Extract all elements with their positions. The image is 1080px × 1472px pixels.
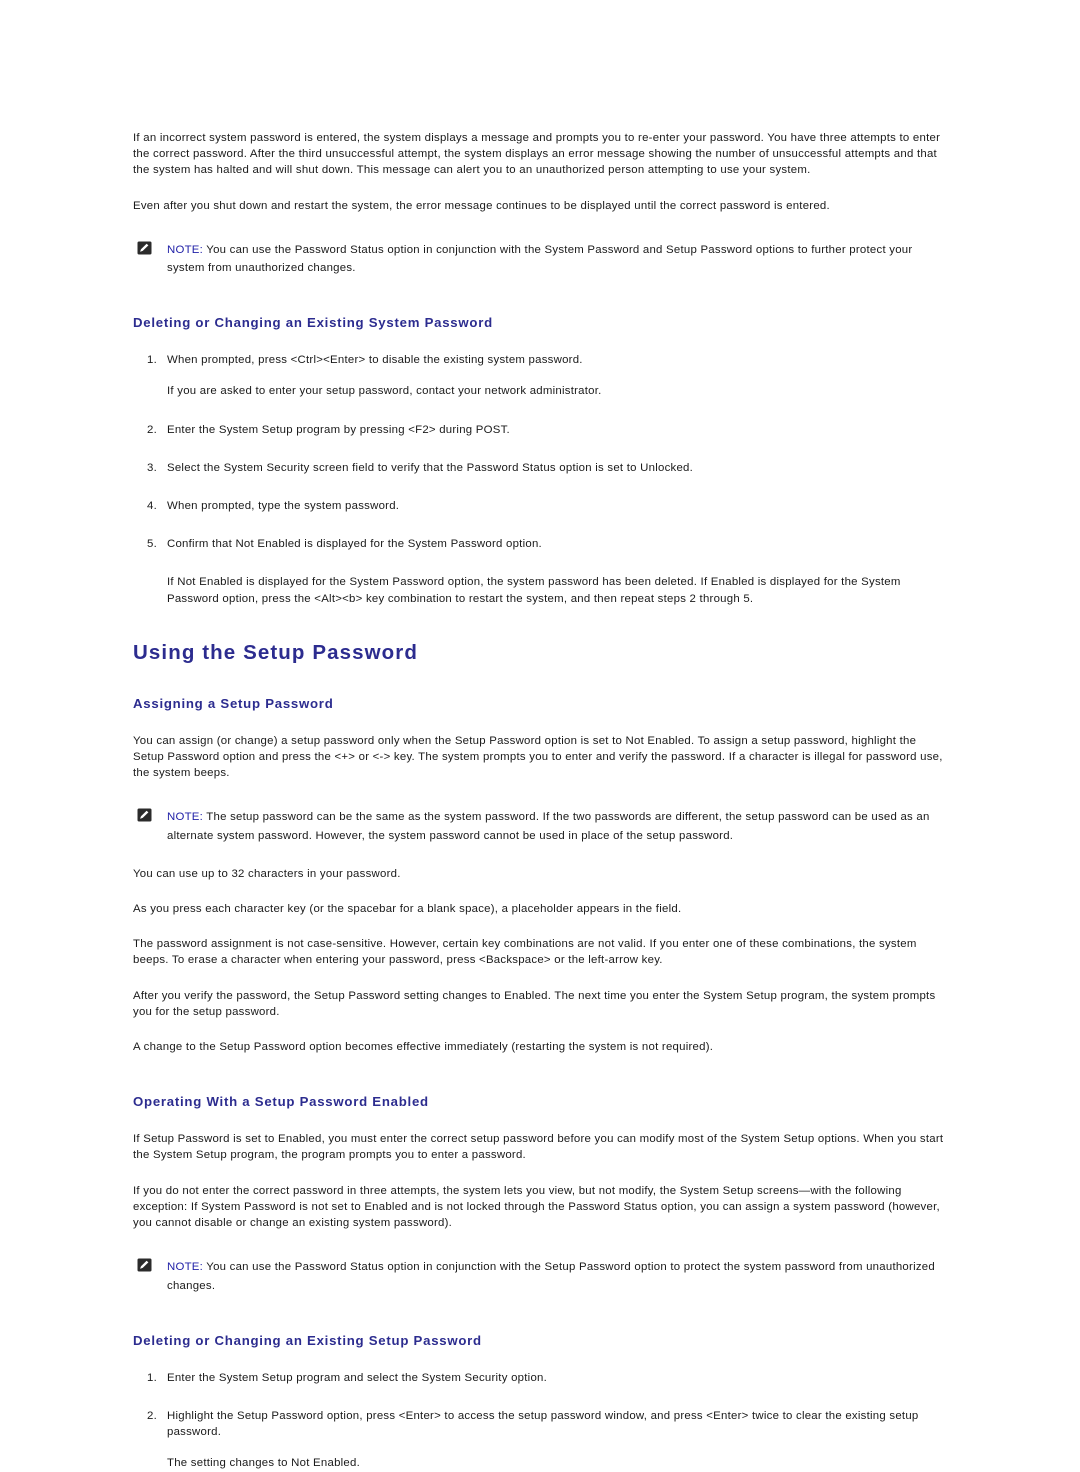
step-text: Select the System Security screen field …	[167, 461, 694, 474]
note-pencil-icon	[137, 808, 152, 822]
step-text: Highlight the Setup Password option, pre…	[167, 1409, 919, 1439]
note-body: You can use the Password Status option i…	[167, 1261, 935, 1292]
heading-deleting-changing-setup-password: Deleting or Changing an Existing Setup P…	[133, 1332, 482, 1348]
list-item: Enter the System Setup program by pressi…	[133, 422, 945, 438]
assigning-paragraph-1: You can assign (or change) a setup passw…	[133, 734, 943, 780]
document-content: If an incorrect system password is enter…	[133, 130, 945, 1472]
list-item: When prompted, press <Ctrl><Enter> to di…	[133, 352, 945, 399]
step-text: Enter the System Setup program by pressi…	[167, 423, 510, 436]
step-text: When prompted, type the system password.	[167, 500, 400, 513]
note-label: NOTE:	[167, 811, 204, 824]
steps-delete-system-password: When prompted, press <Ctrl><Enter> to di…	[133, 352, 945, 552]
note-text-3: NOTE: You can use the Password Status op…	[167, 1261, 935, 1291]
assigning-paragraph-4: The password assignment is not case-sens…	[133, 938, 917, 967]
document-page: If an incorrect system password is enter…	[0, 0, 1080, 1469]
note-callout-2: NOTE: The setup password can be the same…	[133, 807, 945, 843]
step-text: When prompted, press <Ctrl><Enter> to di…	[167, 354, 583, 367]
steps-delete-setup-password: Enter the System Setup program and selec…	[133, 1370, 945, 1472]
step-subparagraph: If you are asked to enter your setup pas…	[167, 385, 602, 398]
intro-paragraph-1: If an incorrect system password is enter…	[133, 132, 941, 177]
step-text: Enter the System Setup program and selec…	[167, 1371, 548, 1384]
heading-deleting-changing-system-password: Deleting or Changing an Existing System …	[133, 315, 493, 331]
note-callout-3: NOTE: You can use the Password Status op…	[133, 1257, 945, 1293]
list-item: Confirm that Not Enabled is displayed fo…	[133, 536, 945, 552]
note-label: NOTE:	[167, 1261, 204, 1274]
assigning-paragraph-2: You can use up to 32 characters in your …	[133, 867, 401, 880]
list-item: Select the System Security screen field …	[133, 460, 945, 476]
assigning-paragraph-3: As you press each character key (or the …	[133, 903, 682, 916]
heading-assigning-a-setup-password: Assigning a Setup Password	[133, 695, 334, 711]
note-text-2: NOTE: The setup password can be the same…	[167, 811, 930, 841]
note-pencil-icon	[137, 1258, 152, 1272]
closing-paragraph-delete-system-password: If Not Enabled is displayed for the Syst…	[167, 576, 901, 605]
note-pencil-icon	[137, 241, 152, 255]
note-callout-1: NOTE: You can use the Password Status op…	[133, 240, 945, 276]
list-item: When prompted, type the system password.	[133, 498, 945, 514]
assigning-paragraph-6: A change to the Setup Password option be…	[133, 1041, 714, 1054]
note-label: NOTE:	[167, 243, 204, 256]
assigning-paragraph-5: After you verify the password, the Setup…	[133, 989, 936, 1018]
note-body: The setup password can be the same as th…	[167, 811, 930, 842]
heading-operating-with-setup-password-enabled: Operating With a Setup Password Enabled	[133, 1094, 429, 1110]
step-text: Confirm that Not Enabled is displayed fo…	[167, 538, 542, 551]
operating-paragraph-1: If Setup Password is set to Enabled, you…	[133, 1133, 944, 1162]
note-body: You can use the Password Status option i…	[167, 243, 913, 275]
list-item: Highlight the Setup Password option, pre…	[133, 1408, 945, 1472]
step-subparagraph: The setting changes to Not Enabled.	[167, 1457, 361, 1470]
list-item: Enter the System Setup program and selec…	[133, 1370, 945, 1386]
operating-paragraph-2: If you do not enter the correct password…	[133, 1184, 940, 1230]
heading-using-the-setup-password: Using the Setup Password	[133, 640, 418, 664]
intro-paragraph-2: Even after you shut down and restart the…	[133, 199, 830, 212]
note-text-1: NOTE: You can use the Password Status op…	[167, 244, 912, 274]
